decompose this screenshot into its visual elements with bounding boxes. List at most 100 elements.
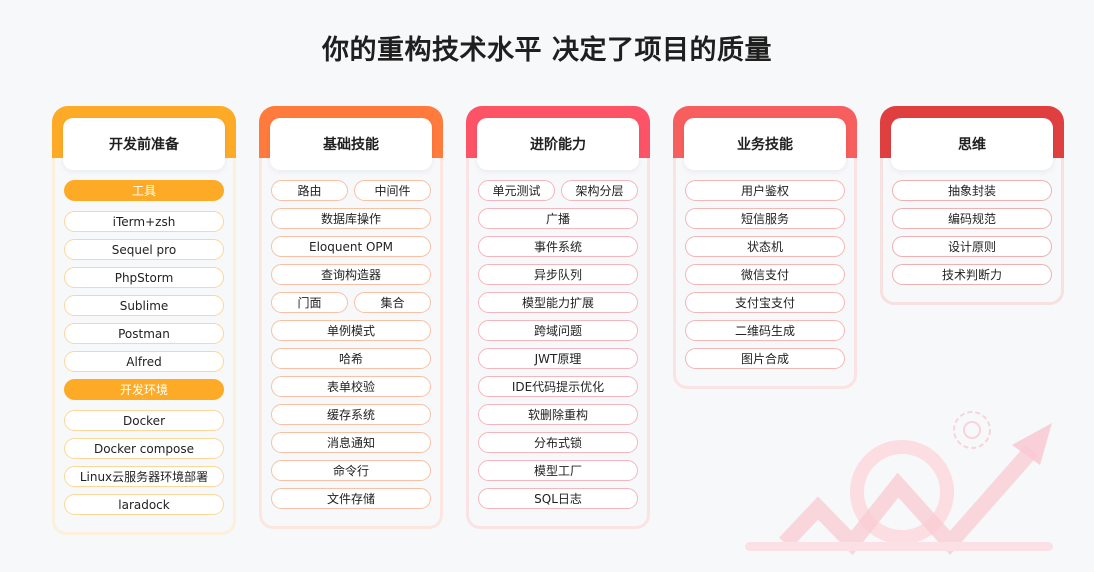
skill-item: 路由 (271, 180, 348, 201)
skill-item: IDE代码提示优化 (478, 376, 638, 397)
skill-item: 消息通知 (271, 432, 431, 453)
skill-label: Sequel pro (111, 242, 177, 257)
item-row: 事件系统 (478, 236, 638, 257)
column-body: 单元测试 架构分层广播事件系统异步队列模型能力扩展 跨域问题 JWT原理 IDE代码提示… (466, 158, 650, 529)
skill-label: 数据库操作 (320, 212, 381, 226)
section-header: 工具∨ (64, 180, 224, 201)
skill-label: 短信服务 (740, 212, 789, 226)
skill-item: laradock (64, 494, 224, 515)
item-row: Sequel pro (64, 239, 224, 260)
item-row: 模型能力扩展 (478, 292, 638, 313)
skill-label: 门面 (297, 296, 322, 310)
item-row: 编码规范 (892, 208, 1052, 229)
skill-label: 编码规范 (947, 212, 996, 226)
skill-label: 消息通知 (326, 436, 375, 450)
skill-label: Alfred (126, 354, 162, 369)
item-row: 异步队列 (478, 264, 638, 285)
skill-label: 集合 (380, 296, 405, 310)
skill-item: Eloquent OPM (271, 236, 431, 257)
skill-label: SQL日志 (534, 492, 582, 506)
skill-label: Postman (118, 326, 170, 341)
skill-label: 单元测试 (492, 184, 541, 198)
item-row: Sublime (64, 295, 224, 316)
column-title: 业务技能 (684, 118, 846, 170)
skill-label: 单例模式 (326, 324, 375, 338)
skill-label: 命令行 (332, 464, 369, 478)
skill-item: 分布式锁 (478, 432, 638, 453)
skill-label: 广播 (545, 212, 570, 226)
skill-item: 事件系统 (478, 236, 638, 257)
skill-label: 二维码生成 (734, 324, 795, 338)
skill-label: 异步队列 (533, 268, 582, 282)
column-title: 进阶能力 (477, 118, 639, 170)
skill-label: 路由 (297, 184, 322, 198)
skill-item: 短信服务 (685, 208, 845, 229)
skill-item: 用户鉴权 (685, 180, 845, 201)
skill-item: 设计原则 (892, 236, 1052, 257)
skill-item: 状态机 (685, 236, 845, 257)
skill-item: Postman (64, 323, 224, 344)
skill-label: Sublime (119, 298, 169, 313)
chevron-down-icon: ∨ (137, 397, 151, 399)
chevron-down-icon: ∨ (137, 198, 151, 200)
item-row: laradock (64, 494, 224, 515)
item-row: 门面 集合 (271, 292, 431, 313)
column-5: 思维 抽象封装 编码规范 设计原则 技术判断力 (880, 106, 1064, 305)
skill-label: 图片合成 (740, 352, 789, 366)
skill-item: 集合 (354, 292, 431, 313)
column-3: 进阶能力单元测试 架构分层广播事件系统异步队列模型能力扩展 跨域问题 JWT原理 IDE… (466, 106, 650, 529)
column-body: 抽象封装编码规范设计原则技术判断力 (880, 158, 1064, 305)
item-row: 单例模式 (271, 320, 431, 341)
skill-label: 用户鉴权 (740, 184, 789, 198)
item-row: 短信服务 (685, 208, 845, 229)
skill-item: 架构分层 (561, 180, 638, 201)
item-row: 表单校验 (271, 376, 431, 397)
item-row: 分布式锁 (478, 432, 638, 453)
item-row: 微信支付 (685, 264, 845, 285)
growth-arrow-icon (779, 423, 1052, 555)
baseline-bar (745, 542, 1053, 551)
skill-label: 支付宝支付 (734, 296, 795, 310)
item-row: 用户鉴权 (685, 180, 845, 201)
item-row: 图片合成 (685, 348, 845, 369)
item-row: 模型工厂 (478, 460, 638, 481)
item-row: 开发环境∨ (64, 379, 224, 403)
skill-item: 软删除重构 (478, 404, 638, 425)
item-row: 广播 (478, 208, 638, 229)
item-row: 抽象封装 (892, 180, 1052, 201)
item-row: 查询构造器 (271, 264, 431, 285)
skill-item: 文件存储 (271, 488, 431, 509)
skill-item: Docker (64, 410, 224, 431)
item-row: 技术判断力 (892, 264, 1052, 285)
skill-item: 表单校验 (271, 376, 431, 397)
item-row: 状态机 (685, 236, 845, 257)
skill-label: 技术判断力 (941, 268, 1002, 282)
skill-label: 事件系统 (533, 240, 582, 254)
skill-label: laradock (118, 497, 170, 512)
skill-label: Linux云服务器环境部署 (79, 470, 209, 484)
item-row: JWT原理 (478, 348, 638, 369)
item-row: Eloquent OPM (271, 236, 431, 257)
page-title: 你的重构技术水平 决定了项目的质量 (322, 35, 772, 66)
skill-item: 缓存系统 (271, 404, 431, 425)
skill-label: JWT原理 (534, 352, 582, 366)
skill-label: 中间件 (374, 184, 411, 198)
skill-label: Docker (122, 413, 166, 428)
skill-label: Eloquent OPM (308, 239, 394, 254)
skill-label: 文件存储 (326, 492, 375, 506)
item-row: 路由 中间件 (271, 180, 431, 201)
skill-label: 软删除重构 (527, 408, 588, 422)
skill-item: 技术判断力 (892, 264, 1052, 285)
skill-item: 跨域问题 (478, 320, 638, 341)
column-title: 开发前准备 (63, 118, 225, 170)
skill-item: Alfred (64, 351, 224, 372)
column-body: 路由 中间件 数据库操作 Eloquent OPM 查询构造器 门面 集合 单例模式 哈希 表单校… (259, 158, 443, 529)
skill-item: 编码规范 (892, 208, 1052, 229)
column-4: 业务技能用户鉴权短信服务状态机微信支付支付宝支付二维码生成图片合成 (673, 106, 857, 389)
skill-item: Docker compose (64, 438, 224, 459)
column-title: 基础技能 (270, 118, 432, 170)
gear-icon (953, 411, 991, 449)
item-row: 设计原则 (892, 236, 1052, 257)
skill-item: Sublime (64, 295, 224, 316)
skill-item: 图片合成 (685, 348, 845, 369)
